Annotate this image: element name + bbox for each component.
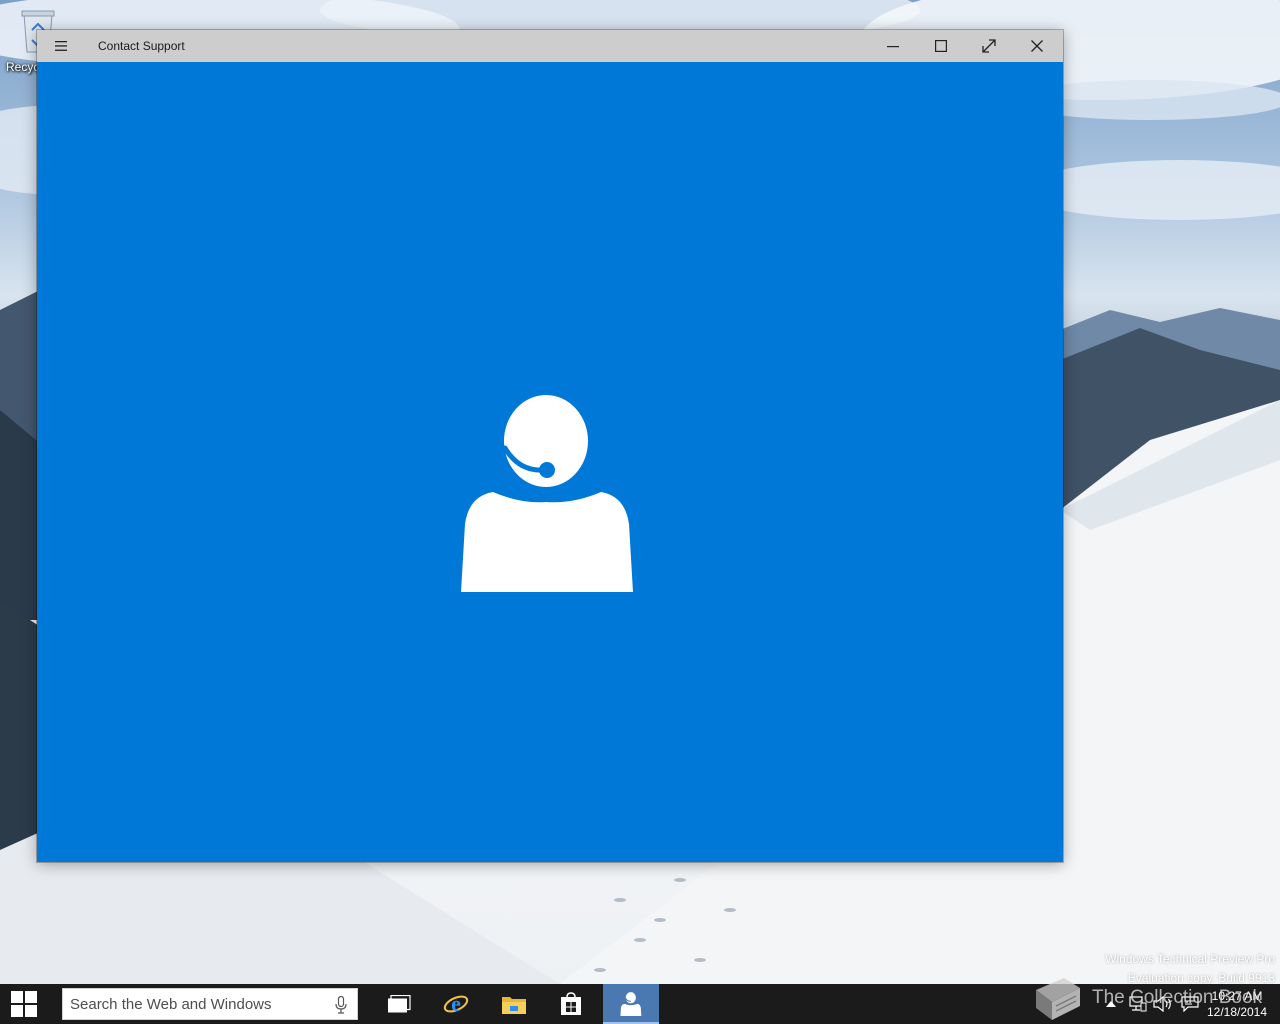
minimize-button[interactable] bbox=[869, 30, 917, 62]
app-splash-screen bbox=[37, 62, 1063, 862]
minimize-icon bbox=[887, 46, 899, 48]
clock-time: 10:27 AM bbox=[1211, 989, 1263, 1003]
watermark-line1: Windows Technical Preview Pro bbox=[1105, 952, 1275, 966]
fullscreen-button[interactable] bbox=[965, 30, 1013, 62]
network-icon bbox=[1129, 996, 1147, 1012]
maximize-button[interactable] bbox=[917, 30, 965, 62]
search-input[interactable] bbox=[63, 989, 330, 1019]
file-explorer-icon bbox=[502, 997, 526, 1014]
speaker-icon bbox=[1153, 996, 1171, 1012]
action-center-button[interactable] bbox=[1180, 984, 1200, 1024]
notification-icon bbox=[1181, 996, 1199, 1012]
chevron-up-icon bbox=[1106, 1001, 1116, 1007]
support-agent-headset-icon bbox=[461, 395, 633, 592]
contact-support-icon bbox=[620, 992, 642, 1016]
volume-button[interactable] bbox=[1152, 984, 1174, 1024]
window-titlebar[interactable]: Contact Support bbox=[37, 30, 1063, 62]
close-icon bbox=[1031, 40, 1043, 52]
store-button[interactable] bbox=[543, 984, 599, 1024]
maximize-icon bbox=[935, 40, 947, 52]
taskbar-search-box[interactable] bbox=[62, 988, 358, 1020]
taskbar-clock[interactable]: 10:27 AM 12/18/2014 bbox=[1204, 988, 1270, 1022]
internet-explorer-button[interactable]: e bbox=[428, 984, 484, 1024]
store-icon bbox=[561, 992, 581, 1015]
hamburger-menu-icon[interactable] bbox=[51, 38, 71, 54]
show-hidden-icons-button[interactable] bbox=[1102, 984, 1120, 1024]
microphone-icon[interactable] bbox=[335, 996, 347, 1014]
fullscreen-icon bbox=[982, 39, 996, 53]
window-title: Contact Support bbox=[98, 39, 185, 53]
close-button[interactable] bbox=[1013, 30, 1061, 62]
network-button[interactable] bbox=[1128, 984, 1148, 1024]
svg-text:e: e bbox=[451, 991, 461, 1016]
start-button[interactable] bbox=[0, 984, 48, 1024]
windows-logo-icon bbox=[11, 991, 37, 1017]
taskbar: e bbox=[0, 984, 1280, 1024]
task-view-button[interactable] bbox=[371, 984, 427, 1024]
task-view-icon bbox=[388, 995, 411, 1013]
contact-support-window: Contact Support bbox=[37, 30, 1063, 862]
clock-date: 12/18/2014 bbox=[1206, 1005, 1268, 1019]
file-explorer-button[interactable] bbox=[486, 984, 542, 1024]
contact-support-taskbar-button[interactable] bbox=[603, 984, 659, 1024]
evaluation-watermark: Windows Technical Preview Pro Evaluation… bbox=[1105, 950, 1275, 988]
internet-explorer-icon: e bbox=[443, 991, 469, 1016]
